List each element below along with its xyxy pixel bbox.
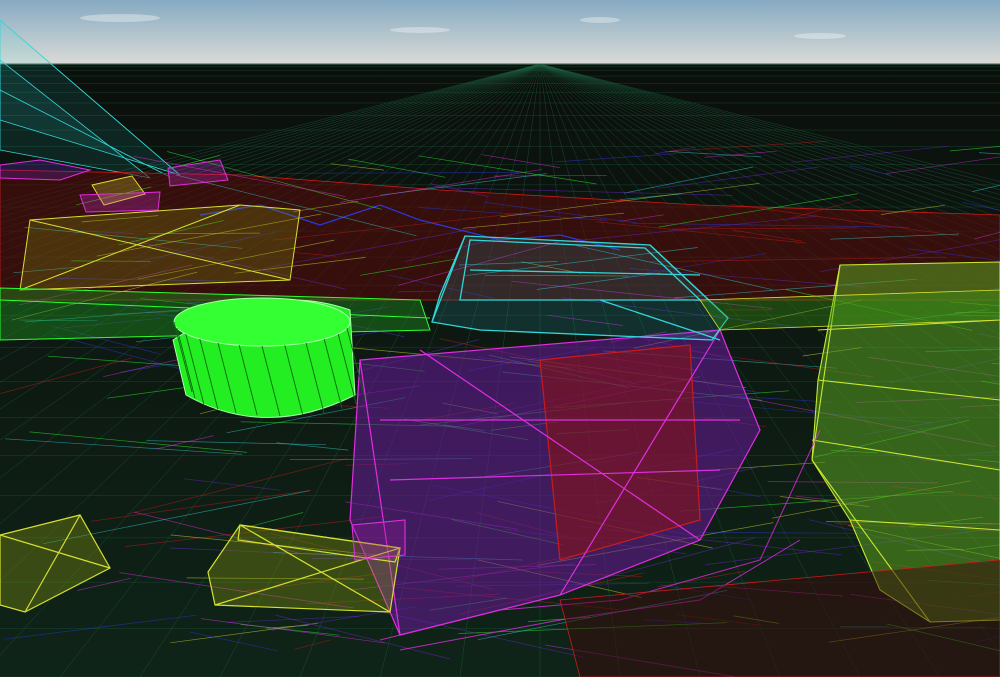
magenta-box-mid bbox=[351, 519, 406, 561]
scene-canvas[interactable] bbox=[0, 0, 1000, 677]
game-viewport[interactable] bbox=[0, 0, 1000, 677]
sky bbox=[0, 0, 1000, 66]
platform-slab-left bbox=[19, 204, 301, 291]
selected-cylinder[interactable] bbox=[172, 297, 366, 418]
